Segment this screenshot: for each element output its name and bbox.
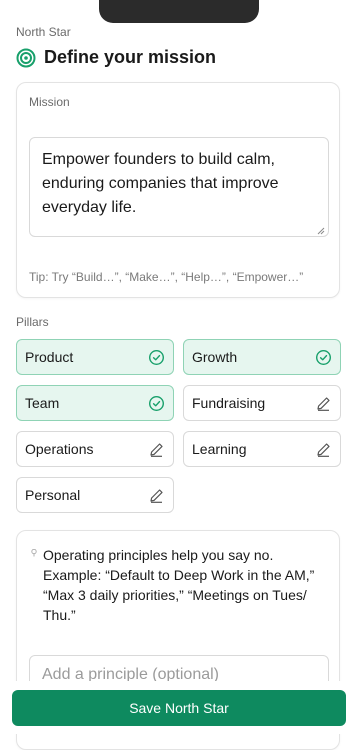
lightbulb-icon [31, 549, 37, 557]
target-icon [16, 48, 36, 67]
mission-tip: Tip: Try “Build…”, “Make…”, “Help…”, “Em… [29, 270, 304, 284]
principles-hint: Operating principles help you say no. Ex… [43, 547, 315, 623]
pencil-icon[interactable] [315, 395, 332, 412]
pillar-label: Personal [25, 487, 81, 503]
pillar-label: Operations [25, 441, 94, 457]
mission-label: Mission [29, 95, 70, 109]
pillar-operations[interactable]: Operations [16, 431, 174, 467]
pillar-label: Team [25, 395, 60, 411]
pillar-label: Fundraising [192, 395, 266, 411]
pillar-label: Growth [192, 349, 238, 365]
pencil-icon[interactable] [315, 441, 332, 458]
pillar-personal[interactable]: Personal [16, 477, 174, 513]
resize-handle-icon[interactable] [317, 227, 325, 235]
mission-card: Mission Empower founders to build calm, … [16, 82, 340, 298]
device-notch [99, 0, 259, 23]
pillar-team[interactable]: Team [16, 385, 174, 421]
pillar-learning[interactable]: Learning [183, 431, 341, 467]
pillar-product[interactable]: Product [16, 339, 174, 375]
pencil-icon[interactable] [148, 487, 165, 504]
page-title: Define your mission [44, 47, 217, 67]
page-header: Define your mission [16, 47, 216, 68]
check-circle-icon [148, 349, 165, 366]
check-circle-icon [148, 395, 165, 412]
section-eyebrow: North Star [16, 25, 71, 39]
pillar-label: Product [25, 349, 74, 365]
check-circle-icon [315, 349, 332, 366]
pencil-icon[interactable] [148, 441, 165, 458]
pillar-growth[interactable]: Growth [183, 339, 341, 375]
pillar-fundraising[interactable]: Fundraising [183, 385, 341, 421]
save-north-star-button[interactable]: Save North Star [12, 690, 346, 726]
pillar-label: Learning [192, 441, 247, 457]
pillars-label: Pillars [16, 315, 49, 329]
mission-textarea[interactable]: Empower founders to build calm, enduring… [29, 137, 329, 237]
